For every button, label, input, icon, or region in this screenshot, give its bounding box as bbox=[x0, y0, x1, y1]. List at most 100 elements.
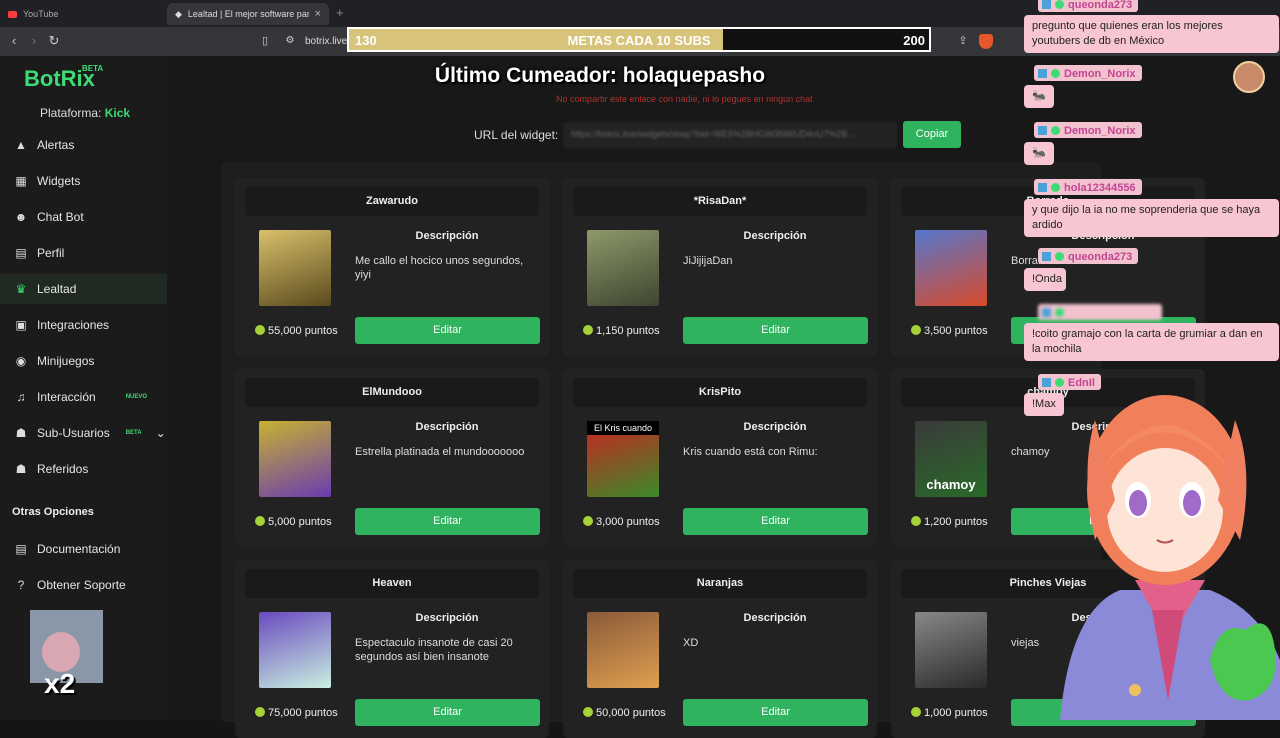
points-value: 50,000 puntos bbox=[596, 707, 666, 719]
grid-icon: ▦ bbox=[15, 174, 27, 188]
chat-message: pregunto que quienes eran los mejores yo… bbox=[1024, 15, 1279, 53]
sidebar-item-label: Perfil bbox=[37, 246, 65, 260]
forward-icon[interactable]: › bbox=[26, 33, 42, 49]
sidebar-item-sub-usuarios[interactable]: ☗ Sub-Usuarios BETA ⌄ bbox=[0, 418, 167, 448]
back-icon[interactable]: ‹ bbox=[6, 33, 22, 49]
edit-reward-button[interactable]: Editar bbox=[355, 317, 540, 344]
vtuber-avatar bbox=[1060, 395, 1280, 720]
help-icon: ? bbox=[17, 578, 25, 592]
chat-message: !Onda bbox=[1024, 268, 1066, 291]
reward-title: *RisaDan* bbox=[573, 187, 867, 216]
browser-tab-lealtad[interactable]: ◆ Lealtad | El mejor software para ... × bbox=[167, 3, 329, 25]
points-value: 1,200 puntos bbox=[924, 516, 988, 528]
new-tab-button[interactable]: + bbox=[336, 5, 344, 20]
users-icon: ☗ bbox=[15, 426, 27, 440]
reward-points: 1,000 puntos bbox=[911, 707, 988, 719]
user-avatar[interactable] bbox=[1233, 61, 1265, 93]
reward-points: 3,000 puntos bbox=[583, 516, 660, 528]
edit-reward-button[interactable]: Editar bbox=[355, 508, 540, 535]
sidebar-item-perfil[interactable]: ▤ Perfil bbox=[0, 238, 167, 268]
coins-icon bbox=[583, 707, 593, 717]
sidebar-item-minijuegos[interactable]: ◉ Minijuegos bbox=[0, 346, 167, 376]
logo-beta-badge: BETA bbox=[82, 64, 104, 73]
share-icon[interactable]: ⇪ bbox=[955, 33, 971, 49]
chat-message: y que dijo la ia no me soprenderia que s… bbox=[1024, 199, 1279, 237]
points-value: 5,000 puntos bbox=[268, 516, 332, 528]
sidebar-item-alertas[interactable]: ▲ Alertas bbox=[0, 130, 167, 160]
points-value: 75,000 puntos bbox=[268, 707, 338, 719]
reward-description: Me callo el hocico unos segundos, yiyi bbox=[355, 255, 524, 281]
reload-icon[interactable]: ↻ bbox=[46, 33, 62, 49]
sidebar-item-referidos[interactable]: ☗ Referidos bbox=[0, 454, 167, 484]
reward-points: 1,150 puntos bbox=[583, 325, 660, 337]
reward-image bbox=[259, 421, 331, 497]
chat-username bbox=[1038, 304, 1162, 320]
edit-reward-button[interactable]: Editar bbox=[683, 508, 868, 535]
sidebar-item-label: Minijuegos bbox=[37, 354, 95, 368]
close-tab-icon[interactable]: × bbox=[315, 8, 321, 20]
widget-url-field[interactable]: https://botrix.live/widgets/shop?bid=WE5… bbox=[563, 122, 897, 148]
sidebar-item-label: Lealtad bbox=[37, 282, 77, 296]
edit-reward-button[interactable]: Editar bbox=[683, 699, 868, 726]
url-text[interactable]: botrix.live/ bbox=[305, 36, 350, 47]
sidebar-badge: NUEVO bbox=[125, 394, 148, 400]
reward-image bbox=[259, 230, 331, 306]
last-cheerer-overlay: Último Cumeador: holaquepasho bbox=[434, 64, 766, 87]
reward-title: Heaven bbox=[245, 569, 539, 598]
goal-title: METAS CADA 10 SUBS bbox=[567, 33, 711, 48]
sidebar-item-label: Referidos bbox=[37, 462, 89, 476]
edit-reward-button[interactable]: Editar bbox=[683, 317, 868, 344]
botrix-favicon-icon: ◆ bbox=[175, 8, 182, 19]
sidebar-item-label: Interacción bbox=[37, 390, 96, 404]
bookmark-icon[interactable]: ▯ bbox=[257, 33, 273, 49]
profile-card-icon: ▤ bbox=[15, 246, 27, 260]
sidebar-item-label: Integraciones bbox=[37, 318, 110, 332]
points-value: 1,000 puntos bbox=[924, 707, 988, 719]
chat-username: hola12344556 bbox=[1034, 179, 1142, 195]
badge-icon bbox=[1038, 126, 1047, 135]
reward-title: Zawarudo bbox=[245, 187, 539, 216]
platform-indicator: Plataforma: Kick bbox=[40, 106, 130, 120]
reward-image bbox=[587, 612, 659, 688]
copy-url-button[interactable]: Copiar bbox=[903, 121, 961, 148]
reward-points: 1,200 puntos bbox=[911, 516, 988, 528]
gamepad-icon: ◉ bbox=[15, 354, 27, 368]
coins-icon bbox=[255, 707, 265, 717]
reward-points: 3,500 puntos bbox=[911, 325, 988, 337]
sidebar-item-integraciones[interactable]: ▣ Integraciones bbox=[0, 310, 167, 340]
coins-icon bbox=[255, 325, 265, 335]
sidebar-item-widgets[interactable]: ▦ Widgets bbox=[0, 166, 167, 196]
brave-shield-icon[interactable] bbox=[979, 34, 993, 49]
trophy-icon: ♛ bbox=[15, 282, 27, 296]
reward-points: 55,000 puntos bbox=[255, 325, 338, 337]
chat-username: Demon_Norix bbox=[1034, 65, 1142, 81]
sidebar-item-obtener-soporte[interactable]: ? Obtener Soporte bbox=[0, 570, 167, 600]
reward-image bbox=[587, 230, 659, 306]
reward-description: JiJijijaDan bbox=[683, 255, 733, 267]
image-caption: El Kris cuando bbox=[587, 421, 659, 435]
sidebar-item-documentaci-n[interactable]: ▤ Documentación bbox=[0, 534, 167, 564]
reward-title: KrisPito bbox=[573, 378, 867, 407]
description-heading: Descripción bbox=[743, 230, 807, 242]
badge-icon bbox=[1042, 308, 1051, 317]
chat-username: Demon_Norix bbox=[1034, 122, 1142, 138]
warning-icon: ▲ bbox=[15, 138, 27, 152]
coins-icon bbox=[911, 325, 921, 335]
reward-points: 50,000 puntos bbox=[583, 707, 666, 719]
points-value: 1,150 puntos bbox=[596, 325, 660, 337]
sidebar-item-interacci-n[interactable]: ♫ Interacción NUEVO bbox=[0, 382, 167, 412]
site-settings-icon[interactable]: ⚙ bbox=[282, 33, 298, 49]
coins-icon bbox=[583, 325, 593, 335]
widget-url-label: URL del widget: bbox=[474, 128, 559, 142]
edit-reward-button[interactable]: Editar bbox=[355, 699, 540, 726]
chat-message: 🐜 bbox=[1024, 85, 1054, 108]
integrations-icon: ▣ bbox=[15, 318, 27, 332]
music-icon: ♫ bbox=[16, 390, 26, 404]
badge-icon bbox=[1038, 183, 1047, 192]
browser-tab-youtube[interactable]: YouTube bbox=[0, 3, 165, 25]
chat-username: queonda273 bbox=[1038, 248, 1139, 264]
sidebar-item-lealtad[interactable]: ♛ Lealtad bbox=[0, 274, 167, 304]
chevron-down-icon[interactable]: ⌄ bbox=[156, 426, 166, 440]
tab-label: YouTube bbox=[23, 9, 59, 19]
sidebar-item-chat-bot[interactable]: ☻ Chat Bot bbox=[0, 202, 167, 232]
